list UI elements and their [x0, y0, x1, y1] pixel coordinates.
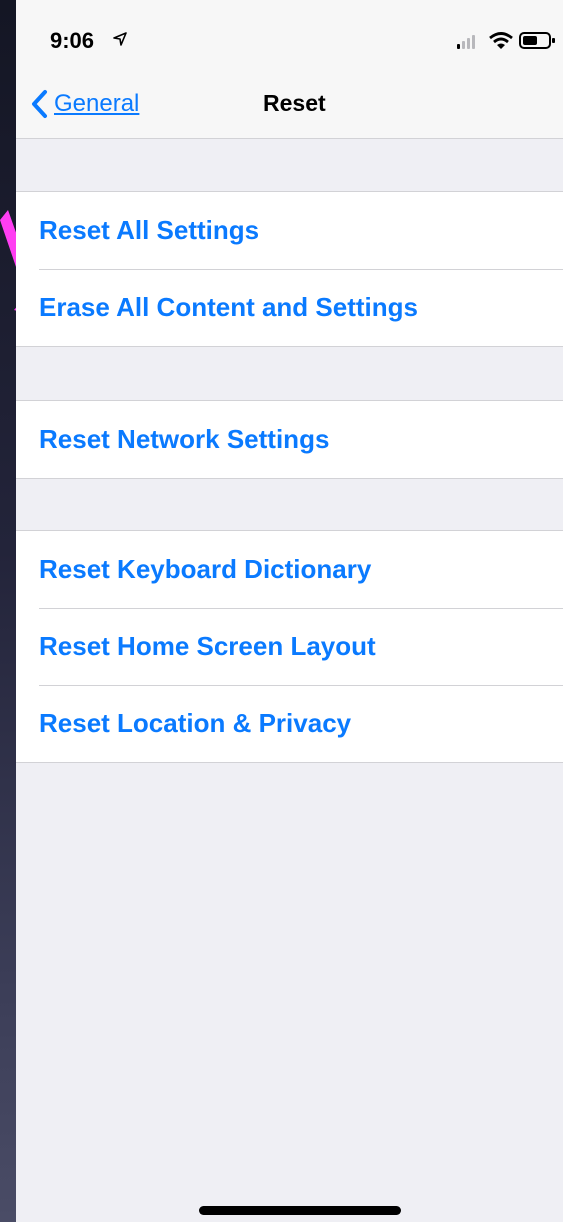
navigation-bar: 9:06 General Reset	[16, 0, 563, 139]
reset-group-2: Reset Network Settings	[16, 400, 563, 479]
row-label: Reset Location & Privacy	[39, 708, 352, 738]
page-title: Reset	[263, 90, 326, 116]
row-label: Reset Network Settings	[39, 424, 330, 454]
back-button[interactable]: General	[30, 86, 139, 122]
row-label: Reset Home Screen Layout	[39, 631, 376, 661]
reset-location-privacy-row[interactable]: Reset Location & Privacy	[16, 685, 563, 762]
row-label: Erase All Content and Settings	[39, 292, 418, 322]
reset-group-3: Reset Keyboard Dictionary Reset Home Scr…	[16, 530, 563, 763]
reset-home-screen-layout-row[interactable]: Reset Home Screen Layout	[16, 608, 563, 685]
reset-keyboard-dictionary-row[interactable]: Reset Keyboard Dictionary	[16, 531, 563, 608]
reset-all-settings-row[interactable]: Reset All Settings	[16, 192, 563, 269]
row-label: Reset All Settings	[39, 215, 260, 245]
home-indicator[interactable]	[199, 1206, 401, 1215]
signal-icon	[457, 35, 475, 49]
status-time: 9:06	[50, 28, 95, 53]
status-icons	[457, 32, 555, 49]
chevron-left-icon	[32, 90, 47, 118]
reset-network-settings-row[interactable]: Reset Network Settings	[16, 401, 563, 478]
iphone-screen: 9:06 General Reset Reset All Settings Er…	[16, 0, 563, 1222]
row-label: Reset Keyboard Dictionary	[39, 554, 372, 584]
location-arrow-icon	[113, 32, 127, 46]
reset-group-1: Reset All Settings Erase All Content and…	[16, 191, 563, 347]
battery-icon	[519, 32, 555, 49]
wifi-icon	[489, 32, 513, 49]
erase-all-content-row[interactable]: Erase All Content and Settings	[16, 269, 563, 346]
back-button-label: General	[54, 90, 140, 117]
